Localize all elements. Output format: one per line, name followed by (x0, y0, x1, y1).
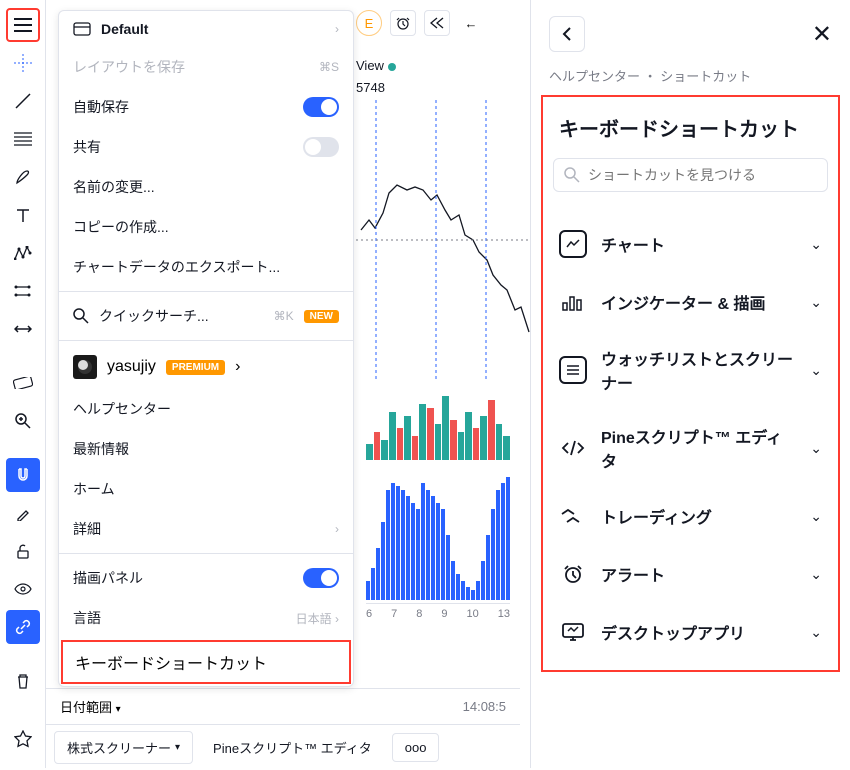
menu-user-row[interactable]: yasujiy PREMIUM › (59, 345, 353, 389)
chevron-down-icon: ⌄ (810, 508, 822, 525)
link-icon[interactable] (6, 610, 40, 644)
trading-icon (559, 502, 587, 530)
menu-default[interactable]: Default › (59, 11, 353, 47)
breadcrumb: ヘルプセンター ・ ショートカット (531, 60, 850, 95)
menu-quick-search[interactable]: クイックサーチ... ⌘K NEW (59, 296, 353, 336)
zoom-tool[interactable] (6, 404, 40, 438)
list-icon (559, 356, 587, 384)
category-pine[interactable]: Pineスクリプト™ エディタ ⌄ (553, 410, 828, 486)
lock-edit-tool[interactable] (6, 496, 40, 530)
back-arrow-icon[interactable]: ← (458, 10, 484, 36)
category-indicators[interactable]: インジケーター & 描画 ⌄ (553, 274, 828, 330)
chart-icon (559, 230, 587, 258)
layout-icon (73, 22, 91, 36)
chevron-right-icon: › (235, 358, 240, 376)
alarm-icon[interactable] (390, 10, 416, 36)
search-icon (564, 167, 580, 183)
code-icon (559, 434, 587, 462)
category-alerts[interactable]: アラート ⌄ (553, 546, 828, 602)
menu-rename[interactable]: 名前の変更... (59, 167, 353, 207)
chevron-down-icon: ⌄ (810, 294, 822, 311)
chart-top-toolbar: E ← (356, 10, 484, 36)
menu-keyboard-shortcuts[interactable]: キーボードショートカット (61, 640, 351, 684)
chevron-down-icon: ⌄ (810, 236, 822, 253)
chevron-down-icon: ⌄ (810, 624, 822, 641)
menu-export[interactable]: チャートデータのエクスポート... (59, 247, 353, 287)
breadcrumb-help[interactable]: ヘルプセンター (549, 69, 640, 84)
ruler-tool[interactable] (6, 366, 40, 400)
fib-tool[interactable] (6, 122, 40, 156)
projection-tool[interactable] (6, 274, 40, 308)
arrow-tool[interactable] (6, 312, 40, 346)
brush-tool[interactable] (6, 160, 40, 194)
close-button[interactable]: ✕ (812, 20, 832, 49)
text-tool[interactable] (6, 198, 40, 232)
panel-title: キーボードショートカット (553, 107, 828, 158)
chart-view-label: View (356, 58, 396, 73)
magnet-tool[interactable] (6, 458, 40, 492)
avatar (73, 355, 97, 379)
volume-bars (366, 380, 510, 460)
pattern-tool[interactable] (6, 236, 40, 270)
e-badge: E (356, 10, 382, 36)
chevron-down-icon: ⌄ (810, 440, 822, 457)
desktop-icon (559, 618, 587, 646)
category-chart[interactable]: チャート ⌄ (553, 216, 828, 272)
menu-language[interactable]: 言語 日本語 › (59, 598, 353, 638)
menu-share[interactable]: 共有 (59, 127, 353, 167)
menu-default-label: Default (101, 21, 148, 37)
alarm-icon (559, 560, 587, 588)
trash-icon[interactable] (6, 664, 40, 698)
menu-autosave[interactable]: 自動保存 (59, 87, 353, 127)
back-button[interactable] (549, 16, 585, 52)
shortcut-search[interactable] (553, 158, 828, 192)
autosave-toggle[interactable] (303, 97, 339, 117)
premium-badge: PREMIUM (166, 360, 225, 375)
right-help-panel: ✕ ヘルプセンター ・ ショートカット キーボードショートカット チャート ⌄ … (530, 0, 850, 768)
menu-copy[interactable]: コピーの作成... (59, 207, 353, 247)
unlock-icon[interactable] (6, 534, 40, 568)
crosshair-tool[interactable] (6, 46, 40, 80)
breadcrumb-shortcuts[interactable]: ショートカット (660, 69, 751, 84)
search-input[interactable] (588, 167, 817, 183)
chart-canvas[interactable]: 67891013 (356, 100, 520, 660)
username-label: yasujiy (107, 358, 156, 376)
tab-stock-screener[interactable]: 株式スクリーナー ▾ (54, 731, 193, 764)
star-icon[interactable] (6, 722, 40, 756)
drawpanel-toggle[interactable] (303, 568, 339, 588)
menu-details[interactable]: 詳細 › (59, 509, 353, 549)
indicators-icon (559, 288, 587, 316)
chevron-right-icon: › (335, 522, 339, 536)
x-axis: 67891013 (366, 603, 510, 620)
menu-help-center[interactable]: ヘルプセンター (59, 389, 353, 429)
histogram (366, 470, 510, 600)
main-menu-dropdown: Default › レイアウトを保存 ⌘S 自動保存 共有 名前の変更... コ… (58, 10, 354, 687)
menu-draw-panel[interactable]: 描画パネル (59, 558, 353, 598)
share-toggle[interactable] (303, 137, 339, 157)
chart-price: 5748 (356, 80, 385, 95)
left-toolbar (0, 0, 46, 768)
new-badge: NEW (304, 310, 339, 323)
chevron-down-icon: ⌄ (810, 362, 822, 379)
tab-pine-editor[interactable]: Pineスクリプト™ エディタ (201, 732, 384, 763)
tab-more[interactable]: ooo (392, 733, 440, 762)
category-watchlist[interactable]: ウォッチリストとスクリーナー ⌄ (553, 332, 828, 408)
eye-icon[interactable] (6, 572, 40, 606)
rewind-icon[interactable] (424, 10, 450, 36)
bottom-bar: 日付範囲 ▾ 14:08:5 株式スクリーナー ▾ Pineスクリプト™ エディ… (46, 688, 520, 768)
search-icon (73, 308, 89, 324)
chevron-down-icon: ⌄ (810, 566, 822, 583)
menu-save-layout: レイアウトを保存 ⌘S (59, 47, 353, 87)
hamburger-menu-button[interactable] (6, 8, 40, 42)
category-desktop[interactable]: デスクトップアプリ ⌄ (553, 604, 828, 660)
trendline-tool[interactable] (6, 84, 40, 118)
date-range-button[interactable]: 日付範囲 ▾ (60, 697, 121, 716)
clock-label: 14:08:5 (463, 699, 506, 714)
menu-home[interactable]: ホーム (59, 469, 353, 509)
chevron-right-icon: › (335, 22, 339, 36)
menu-whatsnew[interactable]: 最新情報 (59, 429, 353, 469)
category-trading[interactable]: トレーディング ⌄ (553, 488, 828, 544)
